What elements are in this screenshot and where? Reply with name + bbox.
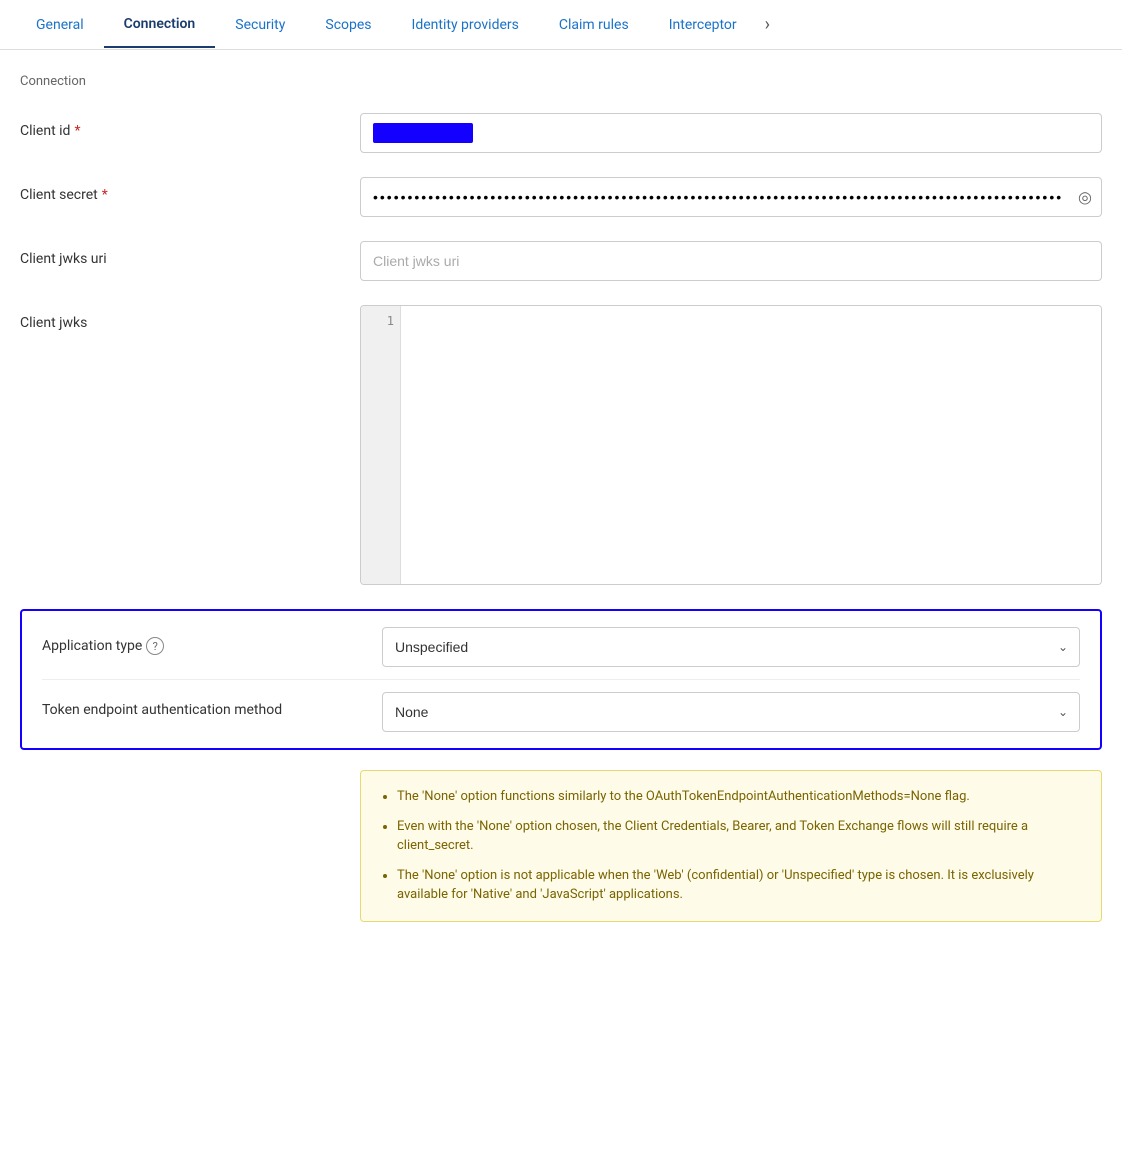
application-type-select-wrapper: Unspecified Web Native JavaScript ⌄: [382, 627, 1080, 667]
client-secret-required: *: [102, 187, 108, 203]
client-jwks-uri-label: Client jwks uri: [20, 241, 360, 267]
tab-identity-providers[interactable]: Identity providers: [392, 3, 539, 47]
client-jwks-label: Client jwks: [20, 305, 360, 331]
client-id-label: Client id *: [20, 113, 360, 139]
client-jwks-field: 1: [360, 305, 1102, 585]
highlighted-settings-section: Application type ? Unspecified Web Nativ…: [20, 609, 1102, 750]
info-box: The 'None' option functions similarly to…: [360, 770, 1102, 922]
info-bullet-3: The 'None' option is not applicable when…: [397, 866, 1081, 905]
application-type-field: Unspecified Web Native JavaScript ⌄: [382, 627, 1080, 667]
info-bullet-1: The 'None' option functions similarly to…: [397, 787, 1081, 807]
client-jwks-textarea[interactable]: [401, 306, 1101, 584]
line-numbers: 1: [361, 306, 401, 584]
client-jwks-uri-field: [360, 241, 1102, 281]
client-secret-row: Client secret * ◎: [20, 177, 1102, 217]
token-auth-method-label: Token endpoint authentication method: [42, 692, 382, 718]
client-secret-wrapper: ◎: [360, 177, 1102, 217]
tab-scopes[interactable]: Scopes: [305, 3, 391, 47]
info-bullet-2: Even with the 'None' option chosen, the …: [397, 817, 1081, 856]
tab-interceptor[interactable]: Interceptor: [649, 3, 757, 47]
tab-security[interactable]: Security: [215, 3, 305, 47]
connection-content: Connection Client id * Client secret * ◎…: [0, 50, 1122, 946]
token-auth-method-field: None client_secret_basic client_secret_p…: [382, 692, 1080, 732]
application-type-select[interactable]: Unspecified Web Native JavaScript: [382, 627, 1080, 667]
tab-connection[interactable]: Connection: [104, 2, 216, 48]
client-jwks-uri-row: Client jwks uri: [20, 241, 1102, 281]
tab-general[interactable]: General: [16, 3, 104, 47]
application-type-row: Application type ? Unspecified Web Nativ…: [42, 627, 1080, 667]
token-auth-method-select[interactable]: None client_secret_basic client_secret_p…: [382, 692, 1080, 732]
client-id-required: *: [74, 123, 80, 139]
section-title: Connection: [20, 74, 1102, 89]
client-jwks-row: Client jwks 1: [20, 305, 1102, 585]
toggle-password-icon[interactable]: ◎: [1078, 188, 1092, 207]
tabs-navigation: General Connection Security Scopes Ident…: [0, 0, 1122, 50]
settings-divider: [42, 679, 1080, 680]
client-id-field: [360, 113, 1102, 153]
client-id-row: Client id *: [20, 113, 1102, 153]
application-type-help-icon[interactable]: ?: [146, 637, 164, 655]
client-jwks-uri-input[interactable]: [360, 241, 1102, 281]
tab-claim-rules[interactable]: Claim rules: [539, 3, 649, 47]
application-type-label: Application type ?: [42, 627, 382, 655]
token-auth-method-select-wrapper: None client_secret_basic client_secret_p…: [382, 692, 1080, 732]
token-auth-method-row: Token endpoint authentication method Non…: [42, 692, 1080, 732]
client-secret-input[interactable]: [360, 177, 1102, 217]
info-box-list: The 'None' option functions similarly to…: [381, 787, 1081, 905]
client-secret-field: ◎: [360, 177, 1102, 217]
tabs-more-icon[interactable]: ›: [757, 0, 778, 49]
client-jwks-editor: 1: [360, 305, 1102, 585]
client-secret-label: Client secret *: [20, 177, 360, 203]
client-id-value: [373, 123, 473, 143]
